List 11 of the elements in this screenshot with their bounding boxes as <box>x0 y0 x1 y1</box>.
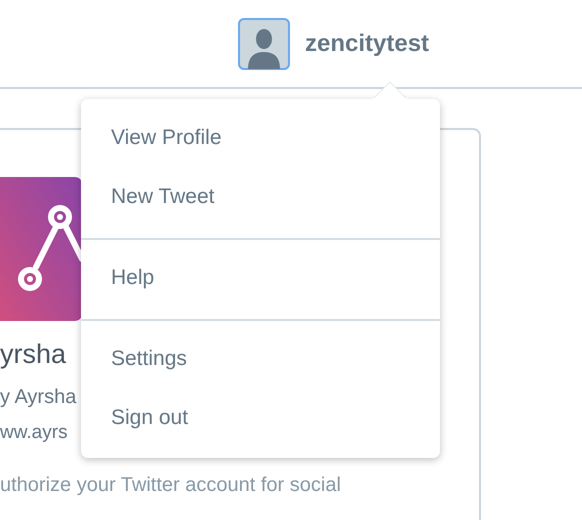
avatar-icon[interactable] <box>238 18 290 70</box>
menu-item[interactable]: Help <box>81 248 440 307</box>
website-link[interactable]: ww.ayrs <box>0 422 68 444</box>
developer-name: y Ayrsha <box>0 386 76 409</box>
description: uthorize your Twitter account for social <box>0 474 341 497</box>
menu-item[interactable]: View Profile <box>81 108 440 167</box>
app-name: yrsha <box>0 339 66 370</box>
menu-item[interactable]: Sign out <box>81 388 440 447</box>
menu-item[interactable]: New Tweet <box>81 167 440 226</box>
menu-item[interactable]: Settings <box>81 329 440 388</box>
username[interactable]: zencitytest <box>305 30 430 58</box>
